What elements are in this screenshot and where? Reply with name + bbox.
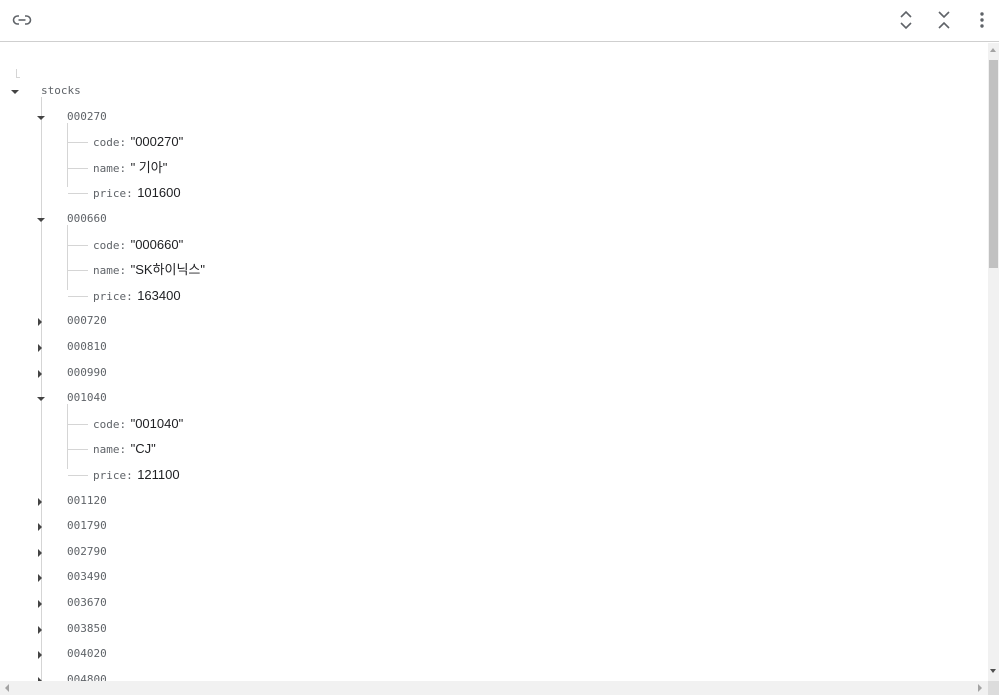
node-key-002790[interactable]: 002790 [67, 542, 107, 562]
node-key-001040[interactable]: 001040 [67, 388, 107, 408]
field-name: name: [93, 443, 127, 457]
unfold-more-icon[interactable] [894, 9, 918, 31]
caret-right-icon[interactable] [34, 648, 46, 660]
tree-guide-line [16, 77, 20, 78]
field-row[interactable]: name: " 기아" [93, 158, 167, 178]
caret-down-icon[interactable] [35, 111, 47, 123]
tree-guide-line [41, 97, 42, 681]
node-key-000990[interactable]: 000990 [67, 363, 107, 383]
field-name: name: [93, 264, 127, 278]
scroll-right-icon[interactable] [978, 684, 982, 692]
field-name: price: [93, 187, 133, 201]
node-key-000720[interactable]: 000720 [67, 311, 107, 331]
tree-guide-line [68, 423, 88, 425]
field-value[interactable]: "001040" [131, 416, 184, 431]
field-row[interactable]: code: "001040" [93, 414, 183, 434]
caret-down-icon[interactable] [35, 392, 47, 404]
field-value[interactable]: "SK하이닉스" [131, 262, 205, 277]
tree-guide-line [68, 244, 88, 246]
node-key-000660[interactable]: 000660 [67, 209, 107, 229]
caret-right-icon[interactable] [34, 495, 46, 507]
unfold-less-icon[interactable] [932, 9, 956, 31]
field-name: name: [93, 161, 127, 175]
tree-guide-line [68, 167, 88, 169]
field-row[interactable]: name: "CJ" [93, 439, 156, 459]
node-key-001120[interactable]: 001120 [67, 491, 107, 511]
vertical-scroll-thumb[interactable] [989, 60, 998, 268]
field-row[interactable]: name: "SK하이닉스" [93, 260, 205, 280]
caret-down-icon[interactable] [9, 85, 21, 97]
more-vert-icon[interactable] [970, 9, 994, 31]
tree-guide-line [67, 122, 68, 188]
field-value[interactable]: " 기아" [131, 160, 168, 175]
caret-right-icon[interactable] [34, 341, 46, 353]
caret-right-icon[interactable] [34, 315, 46, 327]
field-name: code: [93, 238, 127, 252]
node-key-000810[interactable]: 000810 [67, 337, 107, 357]
field-row[interactable]: code: "000270" [93, 132, 183, 152]
field-name: price: [93, 289, 133, 303]
field-row[interactable]: price: 163400 [93, 286, 181, 306]
scroll-down-icon[interactable] [990, 669, 996, 673]
node-key-004020[interactable]: 004020 [67, 644, 107, 664]
toolbar [0, 0, 999, 42]
field-name: code: [93, 136, 127, 150]
tree-guide-line [67, 225, 68, 290]
field-value[interactable]: 163400 [137, 288, 180, 303]
node-key-003850[interactable]: 003850 [67, 619, 107, 639]
scroll-left-icon[interactable] [5, 684, 9, 692]
tree-guide-line [68, 295, 88, 297]
node-key-003670[interactable]: 003670 [67, 593, 107, 613]
vertical-scrollbar[interactable] [988, 43, 999, 681]
field-value[interactable]: "000270" [131, 134, 184, 149]
scrollbar-corner [988, 681, 999, 695]
node-key-004800[interactable]: 004800 [67, 670, 107, 681]
node-key-001790[interactable]: 001790 [67, 516, 107, 536]
tree-guide-line [68, 270, 88, 272]
field-value[interactable]: "000660" [131, 237, 184, 252]
field-value[interactable]: "CJ" [131, 441, 156, 456]
caret-right-icon[interactable] [34, 571, 46, 583]
tree-guide-line [68, 142, 88, 144]
scroll-up-icon[interactable] [990, 48, 996, 52]
node-key-000270[interactable]: 000270 [67, 107, 107, 127]
horizontal-scrollbar[interactable] [0, 681, 988, 695]
tree-guide-line [16, 69, 17, 77]
caret-right-icon[interactable] [34, 367, 46, 379]
caret-right-icon[interactable] [34, 674, 46, 681]
node-key-003490[interactable]: 003490 [67, 567, 107, 587]
tree-guide-line [68, 193, 88, 195]
tree-guide-line [67, 404, 68, 469]
tree-root-label[interactable]: stocks [41, 81, 81, 101]
data-tree: stocks 000270 code: "000270" name: " 기아" pri… [0, 43, 988, 681]
field-row[interactable]: price: 101600 [93, 183, 181, 203]
tree-guide-line [68, 449, 88, 451]
field-value[interactable]: 121100 [137, 467, 179, 482]
tree-guide-line [68, 475, 88, 476]
field-name: price: [93, 469, 133, 482]
field-row[interactable]: price: 121100 [93, 465, 180, 485]
caret-right-icon[interactable] [34, 546, 46, 558]
field-row[interactable]: code: "000660" [93, 235, 183, 255]
link-icon[interactable] [10, 9, 34, 31]
field-name: code: [93, 417, 127, 431]
caret-down-icon[interactable] [35, 213, 47, 225]
caret-right-icon[interactable] [34, 520, 46, 532]
caret-right-icon[interactable] [34, 597, 46, 609]
caret-right-icon[interactable] [34, 623, 46, 635]
field-value[interactable]: 101600 [137, 185, 180, 200]
